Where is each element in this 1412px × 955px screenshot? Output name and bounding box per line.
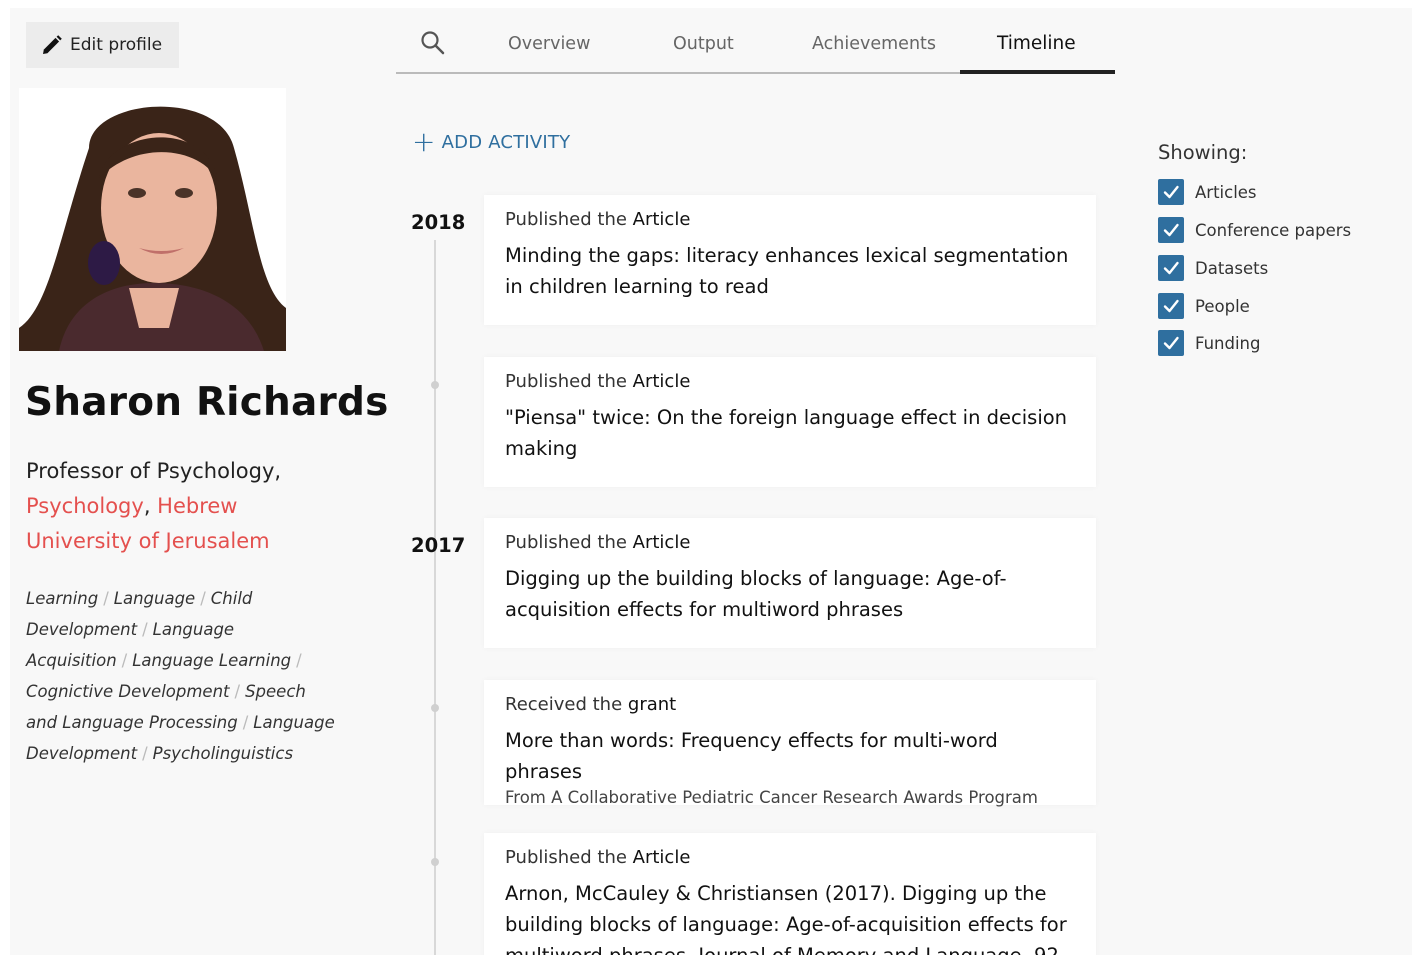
filter-heading: Showing:: [1158, 141, 1248, 164]
activity-prefix: Published the: [505, 532, 633, 553]
tab-achievements[interactable]: Achievements: [812, 34, 936, 54]
keyword[interactable]: Language: [153, 620, 234, 639]
activity-prefix: Published the: [505, 209, 633, 230]
filter-people[interactable]: People: [1158, 293, 1250, 319]
keyword[interactable]: Psycholinguistics: [153, 744, 293, 763]
filter-label: Funding: [1195, 333, 1261, 353]
activity-kind: Article: [632, 371, 691, 392]
keyword[interactable]: Language: [114, 589, 195, 608]
keyword[interactable]: Cognictive Development: [26, 682, 230, 701]
checkbox-checked-icon[interactable]: [1158, 330, 1184, 356]
profile-photo: [19, 88, 286, 351]
keyword[interactable]: Learning: [26, 589, 98, 608]
activity-type: Published the Article: [505, 847, 1075, 868]
activity-kind: Article: [632, 532, 691, 553]
timeline-card: Published the Article Minding the gaps: …: [484, 195, 1096, 325]
position-title: Professor of Psychology,: [26, 459, 282, 483]
checkbox-checked-icon[interactable]: [1158, 293, 1184, 319]
tab-overview[interactable]: Overview: [508, 34, 590, 54]
position-separator: ,: [143, 494, 158, 518]
keyword[interactable]: Language: [253, 713, 334, 732]
timeline-year: 2017: [411, 534, 466, 557]
filter-label: People: [1195, 296, 1250, 316]
checkbox-checked-icon[interactable]: [1158, 217, 1184, 243]
filter-label: Conference papers: [1195, 220, 1352, 240]
activity-type: Published the Article: [505, 209, 1075, 230]
profile-name: Sharon Richards: [25, 380, 389, 425]
tab-output[interactable]: Output: [673, 34, 734, 54]
activity-title[interactable]: Digging up the building blocks of langua…: [505, 563, 1075, 625]
plus-icon: +: [412, 125, 436, 158]
checkbox-checked-icon[interactable]: [1158, 179, 1184, 205]
active-tab-indicator: [960, 70, 1115, 74]
timeline-dot: [431, 858, 439, 866]
timeline-card: Received the grant More than words: Freq…: [484, 680, 1096, 807]
timeline-year: 2018: [411, 211, 466, 234]
activity-title[interactable]: Minding the gaps: literacy enhances lexi…: [505, 240, 1075, 302]
checkbox-checked-icon[interactable]: [1158, 255, 1184, 281]
activity-type: Published the Article: [505, 532, 1075, 553]
filter-label: Datasets: [1195, 258, 1269, 278]
pencil-icon: [43, 35, 62, 54]
timeline-card: Published the Article Arnon, McCauley & …: [484, 833, 1096, 955]
institution-line-1: Hebrew: [157, 494, 238, 518]
activity-title[interactable]: More than words: Frequency effects for m…: [505, 725, 1075, 787]
timeline-card: Published the Article Digging up the bui…: [484, 518, 1096, 648]
edit-profile-button[interactable]: Edit profile: [26, 22, 179, 68]
activity-kind: Article: [632, 209, 691, 230]
activity-kind: Article: [632, 847, 691, 868]
keyword[interactable]: Speech: [245, 682, 306, 701]
timeline-card: Published the Article "Piensa" twice: On…: [484, 357, 1096, 487]
activity-prefix: Published the: [505, 847, 633, 868]
filter-datasets[interactable]: Datasets: [1158, 255, 1268, 281]
keyword[interactable]: and Language Processing: [26, 713, 238, 732]
filter-label: Articles: [1195, 182, 1257, 202]
keyword[interactable]: Development: [26, 744, 137, 763]
activity-type: Received the grant: [505, 694, 1075, 715]
add-activity-button[interactable]: + ADD ACTIVITY: [412, 128, 570, 156]
profile-position: Professor of Psychology, Psychology, Heb…: [26, 454, 326, 559]
department-link[interactable]: Psychology: [26, 494, 144, 518]
activity-type: Published the Article: [505, 371, 1075, 392]
activity-title[interactable]: Arnon, McCauley & Christiansen (2017). D…: [505, 878, 1075, 955]
filter-conference-papers[interactable]: Conference papers: [1158, 217, 1351, 243]
keyword[interactable]: Child: [211, 589, 253, 608]
add-activity-label: ADD ACTIVITY: [441, 131, 571, 153]
activity-subtitle: From A Collaborative Pediatric Cancer Re…: [505, 788, 1038, 807]
activity-prefix: Received the: [505, 694, 628, 715]
filter-articles[interactable]: Articles: [1158, 179, 1257, 205]
filter-funding[interactable]: Funding: [1158, 330, 1261, 356]
keyword-list: Learning / Language / Child Development / Lang…: [26, 589, 335, 763]
activity-kind: grant: [627, 694, 677, 715]
edit-profile-label: Edit profile: [70, 35, 163, 55]
institution-line-2: University of Jerusalem: [26, 529, 270, 553]
profile-page: Edit profile Sharon Richards Professor o…: [10, 8, 1412, 955]
timeline-dot: [431, 381, 439, 389]
activity-title[interactable]: "Piensa" twice: On the foreign language …: [505, 402, 1075, 464]
profile-tabs: Overview Output Achievements Timeline: [396, 22, 1115, 74]
timeline-line: [434, 240, 436, 955]
timeline-dot: [431, 704, 439, 712]
activity-prefix: Published the: [505, 371, 633, 392]
search-icon[interactable]: [420, 30, 446, 60]
tab-timeline[interactable]: Timeline: [997, 33, 1076, 54]
keyword[interactable]: Language Learning: [132, 651, 291, 670]
keyword[interactable]: Development: [26, 620, 137, 639]
keyword[interactable]: Acquisition: [26, 651, 117, 670]
